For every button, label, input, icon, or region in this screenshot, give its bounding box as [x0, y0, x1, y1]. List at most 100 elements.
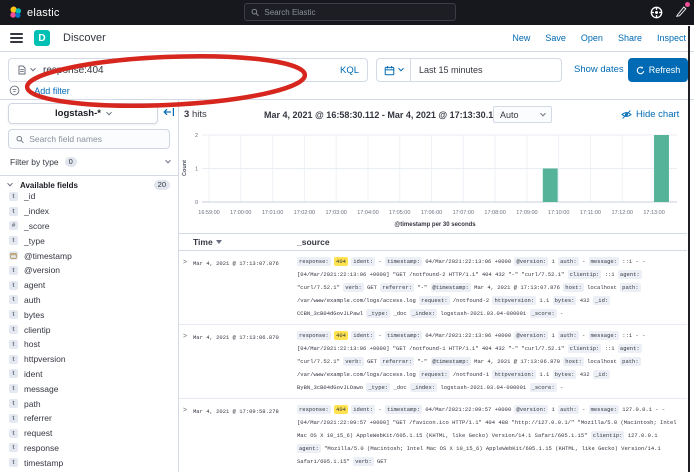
- field-badge: @version:: [514, 405, 548, 414]
- expand-row-icon[interactable]: >: [179, 255, 193, 320]
- field-name: @version: [24, 265, 60, 275]
- x-tick-label: 17:05:00: [389, 210, 410, 216]
- field-name: _score: [24, 221, 50, 231]
- field-item-auth[interactable]: tauth: [9, 293, 174, 308]
- field-item-referrer[interactable]: treferrer: [9, 411, 174, 426]
- time-range-value[interactable]: Last 15 minutes: [411, 65, 483, 75]
- kql-language-button[interactable]: KQL: [340, 65, 359, 76]
- field-search-input[interactable]: [29, 134, 162, 144]
- field-item-message[interactable]: tmessage: [9, 381, 174, 396]
- field-value: GET: [377, 458, 387, 465]
- index-pattern-selector[interactable]: logstash-*: [8, 103, 158, 124]
- show-dates-link[interactable]: Show dates: [574, 64, 624, 75]
- field-item-request[interactable]: trequest: [9, 426, 174, 441]
- histogram-bar[interactable]: [654, 135, 669, 202]
- field-item-bytes[interactable]: tbytes: [9, 307, 174, 322]
- top-menu-links: New Save Open Share Inspect: [512, 33, 686, 43]
- string-field-icon: t: [9, 340, 18, 349]
- table-row: >Mar 4, 2021 @ 17:13:06.870response: 404…: [179, 325, 687, 399]
- field-name: bytes: [24, 310, 44, 320]
- field-item-type[interactable]: t_type: [9, 233, 174, 248]
- save-button[interactable]: Save: [545, 33, 566, 43]
- field-item-host[interactable]: thost: [9, 337, 174, 352]
- histogram-bar[interactable]: [543, 169, 558, 203]
- field-badge: referrer:: [380, 357, 414, 366]
- elastic-logo[interactable]: elastic: [9, 6, 60, 19]
- field-item-version[interactable]: t@version: [9, 263, 174, 278]
- field-item-index[interactable]: t_index: [9, 204, 174, 219]
- topbar-actions: [650, 0, 688, 25]
- eye-slash-icon: [621, 109, 632, 120]
- string-field-icon: t: [9, 414, 18, 423]
- time-column-header[interactable]: Time: [193, 237, 297, 247]
- field-item-path[interactable]: tpath: [9, 396, 174, 411]
- query-input[interactable]: response:404 KQL: [8, 58, 368, 82]
- field-item-timestamp[interactable]: ttimestamp: [9, 455, 174, 470]
- field-badge: agent:: [618, 270, 642, 279]
- field-search[interactable]: [8, 129, 170, 149]
- field-name: _type: [24, 236, 45, 246]
- saved-query-icon[interactable]: [17, 65, 27, 75]
- y-tick-label: 1: [195, 167, 198, 173]
- field-item-response[interactable]: tresponse: [9, 441, 174, 456]
- interval-select[interactable]: Auto: [493, 106, 552, 123]
- index-pattern-label: logstash-*: [55, 108, 101, 119]
- field-badge: _type:: [366, 383, 390, 392]
- refresh-button[interactable]: Refresh: [628, 58, 688, 82]
- row-source: response: 404 ident: - timestamp: 04/Mar…: [297, 329, 687, 394]
- field-badge: bytes:: [553, 296, 577, 305]
- field-badge: _id:: [593, 370, 610, 379]
- field-badge: @version:: [514, 331, 548, 340]
- field-badge: clientip:: [591, 431, 625, 440]
- field-badge: auth:: [558, 331, 579, 340]
- field-value: 1: [552, 258, 555, 265]
- field-badge: host:: [563, 357, 584, 366]
- expand-row-icon[interactable]: >: [179, 329, 193, 394]
- discover-app-badge[interactable]: D: [34, 30, 50, 46]
- query-text[interactable]: response:404: [43, 65, 336, 76]
- field-badge: request:: [419, 296, 449, 305]
- field-badge: response:: [297, 331, 331, 340]
- calendar-icon: [384, 65, 395, 76]
- menu-hamburger-icon[interactable]: [10, 31, 23, 45]
- field-item-id[interactable]: t_id: [9, 189, 174, 204]
- field-badge: _index:: [410, 383, 437, 392]
- x-tick-label: 17:01:00: [262, 210, 283, 216]
- field-item-httpversion[interactable]: thttpversion: [9, 352, 174, 367]
- field-name: request: [24, 428, 52, 438]
- new-button[interactable]: New: [512, 33, 530, 43]
- field-value: _doc: [393, 310, 406, 317]
- filter-settings-icon[interactable]: [9, 85, 20, 96]
- inspect-button[interactable]: Inspect: [657, 33, 686, 43]
- global-search[interactable]: [244, 3, 456, 21]
- scrollbar[interactable]: [688, 26, 690, 472]
- open-button[interactable]: Open: [581, 33, 603, 43]
- help-icon[interactable]: [650, 6, 663, 19]
- field-item-clientip[interactable]: tclientip: [9, 322, 174, 337]
- global-search-input[interactable]: [264, 8, 449, 17]
- field-badge: httpversion:: [492, 370, 536, 379]
- filter-bar: + Add filter: [9, 85, 70, 96]
- filter-by-type[interactable]: Filter by type 0: [10, 154, 170, 170]
- field-item-timestamp[interactable]: @timestamp: [9, 248, 174, 263]
- expand-row-icon[interactable]: >: [179, 403, 193, 468]
- field-name: _id: [24, 191, 35, 201]
- string-field-icon: t: [9, 443, 18, 452]
- field-value: localhost: [587, 284, 617, 291]
- field-item-score[interactable]: #_score: [9, 219, 174, 234]
- field-name: @timestamp: [24, 251, 72, 261]
- filter-by-type-label: Filter by type: [10, 157, 59, 167]
- field-item-agent[interactable]: tagent: [9, 278, 174, 293]
- collapse-sidebar-icon[interactable]: [163, 106, 175, 118]
- chevron-down-icon[interactable]: [30, 66, 36, 72]
- add-filter-button[interactable]: + Add filter: [27, 86, 70, 96]
- share-button[interactable]: Share: [618, 33, 642, 43]
- string-field-icon: t: [9, 355, 18, 364]
- field-item-ident[interactable]: tident: [9, 367, 174, 382]
- x-tick-label: 17:08:00: [484, 210, 505, 216]
- user-avatar[interactable]: [675, 4, 688, 22]
- hide-chart-button[interactable]: Hide chart: [621, 109, 679, 120]
- calendar-dropdown[interactable]: [377, 59, 411, 81]
- field-value: "curl/7.52.1": [297, 358, 340, 365]
- field-value: 04/Mar/2021:22:13:06 +0000: [425, 258, 511, 265]
